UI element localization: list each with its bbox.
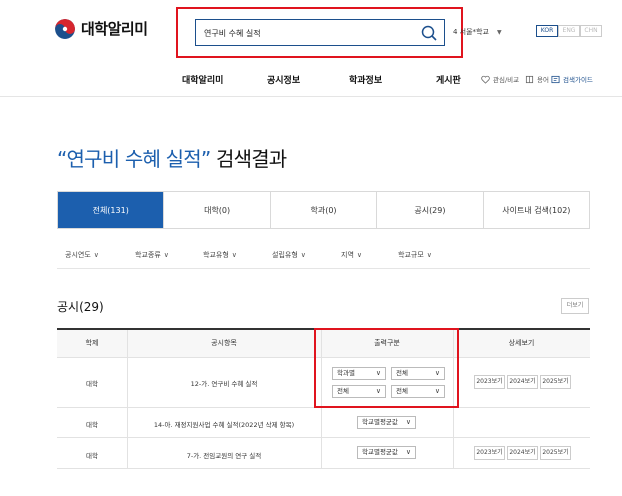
search-highlight-box bbox=[176, 7, 463, 58]
table-cell-type: 대학 bbox=[86, 380, 98, 388]
filter-school-kind[interactable]: 학교종류 ∨ bbox=[135, 250, 169, 260]
chevron-down-icon: ∨ bbox=[405, 418, 411, 426]
page-title-query: “연구비 수혜 실적” bbox=[57, 147, 211, 171]
tab-site-search[interactable]: 사이트내 검색(102) bbox=[482, 192, 589, 228]
more-button[interactable]: 더보기 bbox=[561, 298, 589, 314]
output-highlight-box bbox=[314, 328, 459, 408]
logo-text: 대학알리미 bbox=[81, 20, 148, 38]
filter-school-type-label: 학교유형 bbox=[203, 251, 229, 259]
table-cell-type: 대학 bbox=[86, 421, 98, 429]
lang-chn[interactable]: CHN bbox=[580, 25, 602, 37]
view-2025-button[interactable]: 2025보기 bbox=[540, 446, 571, 460]
filter-establishment[interactable]: 설립유형 ∨ bbox=[272, 250, 306, 260]
chevron-down-icon: ∨ bbox=[356, 251, 363, 259]
util-search-guide[interactable]: 검색가이드 bbox=[551, 74, 593, 84]
filter-school-type[interactable]: 학교유형 ∨ bbox=[203, 250, 237, 260]
heart-icon bbox=[481, 75, 490, 84]
tab-all[interactable]: 전체(131) bbox=[58, 192, 164, 228]
book-icon bbox=[525, 75, 534, 83]
page-title: “연구비 수혜 실적” 검색결과 bbox=[57, 143, 287, 172]
util-terms-label: 용어 bbox=[537, 76, 549, 84]
filter-year[interactable]: 공시연도 ∨ bbox=[65, 250, 99, 260]
util-search-guide-label: 검색가이드 bbox=[563, 76, 593, 84]
filter-establishment-label: 설립유형 bbox=[272, 251, 298, 259]
output-select-average[interactable]: 학교별평균값 ∨ bbox=[357, 446, 416, 459]
table-cell-item: 12-가. 연구비 수혜 실적 bbox=[190, 380, 258, 388]
output-select-average-value: 학교별평균값 bbox=[362, 418, 398, 426]
nav-item-department[interactable]: 학과정보 bbox=[349, 73, 382, 86]
lang-kor[interactable]: KOR bbox=[536, 25, 558, 37]
output-select-average[interactable]: 학교별평균값 ∨ bbox=[357, 416, 416, 429]
nav-item-disclosure[interactable]: 공시정보 bbox=[267, 73, 300, 86]
caret-down-icon: ▼ bbox=[496, 29, 502, 36]
filter-region-label: 지역 bbox=[341, 251, 354, 259]
filter-divider bbox=[57, 268, 590, 269]
util-compare[interactable]: 관심/비교 bbox=[481, 74, 519, 84]
table-header-item: 공시항목 bbox=[127, 330, 321, 357]
filter-school-size-label: 학교규모 bbox=[398, 251, 424, 259]
tab-university[interactable]: 대학(0) bbox=[163, 192, 269, 228]
chevron-down-icon: ∨ bbox=[426, 251, 432, 259]
view-2025-button[interactable]: 2025보기 bbox=[540, 375, 571, 389]
lang-eng[interactable]: ENG bbox=[558, 25, 580, 37]
table-col-divider bbox=[127, 330, 128, 469]
chevron-down-icon: ∨ bbox=[231, 251, 237, 259]
util-terms[interactable]: 용어 bbox=[525, 74, 549, 84]
table-cell-item: 14-아. 재정지원사업 수혜 실적(2022년 삭제 항목) bbox=[153, 421, 295, 429]
view-2023-button[interactable]: 2023보기 bbox=[474, 446, 505, 460]
util-compare-label: 관심/비교 bbox=[493, 76, 520, 84]
chevron-down-icon: ∨ bbox=[93, 251, 99, 259]
logo[interactable]: 대학알리미 bbox=[55, 18, 148, 39]
view-2023-button[interactable]: 2023보기 bbox=[474, 375, 505, 389]
chevron-down-icon: ∨ bbox=[163, 251, 169, 259]
nav-item-home[interactable]: 대학알리미 bbox=[182, 73, 223, 86]
header-divider bbox=[0, 96, 622, 97]
tab-disclosure[interactable]: 공시(29) bbox=[376, 192, 482, 228]
view-2024-button[interactable]: 2024보기 bbox=[507, 375, 538, 389]
table-cell-type: 대학 bbox=[86, 452, 98, 460]
page-title-suffix: 검색결과 bbox=[210, 147, 287, 171]
filter-school-size[interactable]: 학교규모 ∨ bbox=[398, 250, 432, 260]
university-select-label: 4 서울*학교 bbox=[453, 28, 489, 36]
table-row-divider bbox=[57, 468, 590, 469]
table-header-type: 학제 bbox=[57, 330, 127, 357]
taegeuk-logo-icon bbox=[55, 18, 75, 39]
filter-school-kind-label: 학교종류 bbox=[135, 251, 161, 259]
nav-item-board[interactable]: 게시판 bbox=[436, 73, 461, 86]
chevron-down-icon: ∨ bbox=[300, 251, 306, 259]
table-header-detail: 상세보기 bbox=[453, 330, 590, 357]
view-2024-button[interactable]: 2024보기 bbox=[507, 446, 538, 460]
table-row-divider bbox=[57, 437, 590, 438]
filter-year-label: 공시연도 bbox=[65, 251, 91, 259]
chevron-down-icon: ∨ bbox=[405, 448, 411, 456]
result-tabs: 전체(131) 대학(0) 학과(0) 공시(29) 사이트내 검색(102) bbox=[57, 191, 590, 229]
filter-region[interactable]: 지역 ∨ bbox=[341, 250, 362, 260]
output-select-average-value: 학교별평균값 bbox=[362, 448, 398, 456]
tab-department[interactable]: 학과(0) bbox=[269, 192, 376, 228]
table-cell-item: 7-가. 전임교원의 연구 실적 bbox=[186, 452, 262, 460]
university-select[interactable]: 4 서울*학교 ▼ bbox=[453, 27, 502, 37]
guide-icon bbox=[551, 75, 560, 83]
section-title: 공시(29) bbox=[57, 300, 104, 314]
